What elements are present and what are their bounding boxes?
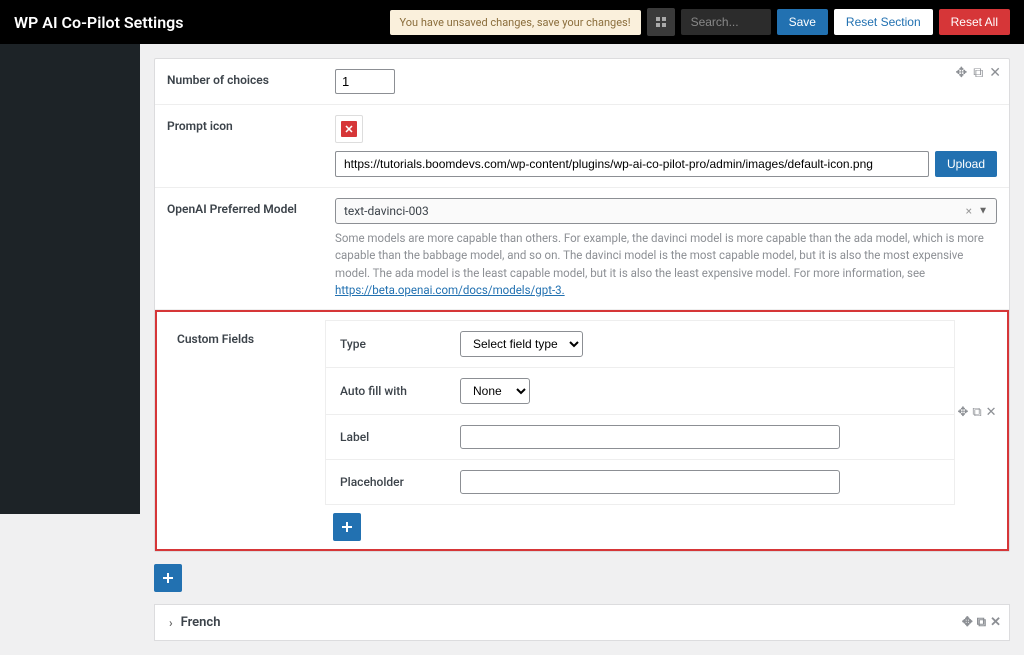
plus-icon bbox=[162, 572, 174, 584]
chevron-right-icon: › bbox=[169, 616, 173, 630]
url-row: Upload bbox=[335, 151, 997, 177]
cf-label-input[interactable] bbox=[460, 425, 840, 449]
cf-autofill-select[interactable]: None bbox=[460, 378, 530, 404]
accordion-controls: ✥ ⧉ ✕ bbox=[962, 615, 1001, 630]
cf-label-row: Label bbox=[326, 415, 954, 460]
cf-field-label: Label bbox=[340, 430, 460, 444]
clone-icon[interactable]: ⧉ bbox=[972, 405, 981, 420]
admin-sidebar bbox=[0, 44, 140, 514]
save-button[interactable]: Save bbox=[777, 9, 828, 35]
model-help: Some models are more capable than others… bbox=[335, 230, 997, 299]
chevron-down-icon: ▼ bbox=[978, 206, 988, 217]
cf-placeholder-row: Placeholder bbox=[326, 460, 954, 504]
cf-field-label: Auto fill with bbox=[340, 384, 460, 398]
main-content: ✥ ⧉ ✕ Number of choices Prompt icon ✕ Up… bbox=[140, 44, 1024, 655]
row-num-choices: Number of choices bbox=[155, 59, 1009, 105]
remove-icon[interactable]: ✕ bbox=[341, 121, 357, 137]
model-help-link[interactable]: https://beta.openai.com/docs/models/gpt-… bbox=[335, 283, 565, 297]
plus-icon bbox=[341, 521, 353, 533]
field-label: Prompt icon bbox=[155, 105, 323, 187]
cf-fields: Type Select field type Auto fill with No… bbox=[325, 320, 955, 505]
search-input[interactable] bbox=[681, 9, 771, 35]
icon-preview: ✕ bbox=[335, 115, 363, 143]
field-value: ✕ Upload bbox=[323, 105, 1009, 187]
row-prompt-icon: Prompt icon ✕ Upload bbox=[155, 105, 1009, 188]
field-value bbox=[323, 59, 1009, 104]
model-select[interactable]: text-davinci-003 × ▼ bbox=[335, 198, 997, 224]
panel-toolbar: ✥ ⧉ ✕ bbox=[954, 63, 1003, 83]
clone-icon[interactable]: ⧉ bbox=[971, 63, 985, 83]
field-value: text-davinci-003 × ▼ Some models are mor… bbox=[323, 188, 1009, 309]
expand-icon[interactable] bbox=[647, 8, 675, 36]
cf-autofill-row: Auto fill with None bbox=[326, 368, 954, 415]
cf-type-select[interactable]: Select field type bbox=[460, 331, 583, 357]
settings-panel: ✥ ⧉ ✕ Number of choices Prompt icon ✕ Up… bbox=[154, 58, 1010, 552]
reset-section-button[interactable]: Reset Section bbox=[834, 9, 933, 35]
field-label: Number of choices bbox=[155, 59, 323, 104]
close-icon[interactable]: ✕ bbox=[987, 63, 1003, 83]
topbar: WP AI Co-Pilot Settings You have unsaved… bbox=[0, 0, 1024, 44]
field-label: OpenAI Preferred Model bbox=[155, 188, 323, 309]
accordion-title: French bbox=[181, 615, 221, 630]
move-icon[interactable]: ✥ bbox=[954, 63, 970, 83]
accordion-french[interactable]: › French ✥ ⧉ ✕ bbox=[154, 604, 1010, 641]
close-icon[interactable]: ✕ bbox=[986, 405, 997, 420]
page-title: WP AI Co-Pilot Settings bbox=[14, 13, 390, 32]
close-icon[interactable]: ✕ bbox=[990, 615, 1001, 630]
field-label: Custom Fields bbox=[165, 320, 325, 505]
clone-icon[interactable]: ⧉ bbox=[977, 615, 986, 630]
cf-placeholder-input[interactable] bbox=[460, 470, 840, 494]
cf-type-row: Type Select field type bbox=[326, 321, 954, 368]
cf-field-label: Type bbox=[340, 337, 460, 351]
custom-fields-section: Custom Fields Type Select field type Aut… bbox=[155, 310, 1009, 551]
model-value: text-davinci-003 bbox=[344, 204, 429, 218]
clear-icon[interactable]: × bbox=[966, 204, 972, 218]
icon-url-input[interactable] bbox=[335, 151, 929, 177]
row-model: OpenAI Preferred Model text-davinci-003 … bbox=[155, 188, 1009, 310]
num-choices-input[interactable] bbox=[335, 69, 395, 94]
custom-fields-row: Custom Fields Type Select field type Aut… bbox=[165, 320, 999, 505]
reset-all-button[interactable]: Reset All bbox=[939, 9, 1010, 35]
cf-field-label: Placeholder bbox=[340, 475, 460, 489]
add-panel-button[interactable] bbox=[154, 564, 182, 592]
cf-controls: ✥ ⧉ ✕ bbox=[955, 320, 999, 505]
move-icon[interactable]: ✥ bbox=[962, 615, 973, 630]
unsaved-notice: You have unsaved changes, save your chan… bbox=[390, 10, 641, 35]
move-icon[interactable]: ✥ bbox=[957, 405, 968, 420]
upload-button[interactable]: Upload bbox=[935, 151, 997, 177]
cf-body: Type Select field type Auto fill with No… bbox=[325, 320, 999, 505]
add-field-button[interactable] bbox=[333, 513, 361, 541]
topbar-actions: You have unsaved changes, save your chan… bbox=[390, 8, 1010, 36]
